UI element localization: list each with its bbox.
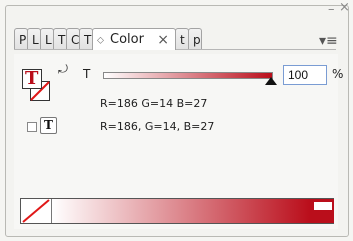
panel-tab-bar: P L L T C T ⬦ Color × t p (14, 28, 280, 50)
tint-gradient[interactable] (52, 199, 310, 223)
tint-label: T (83, 67, 91, 81)
tab-5[interactable]: C (66, 28, 80, 50)
close-button[interactable]: × (339, 0, 350, 15)
tab-6[interactable]: T (79, 28, 93, 50)
white-swatch[interactable] (314, 202, 332, 210)
tab-close-icon[interactable]: × (157, 29, 169, 50)
rgb-readout: R=186 G=14 B=27 (100, 97, 208, 110)
fill-stroke-swatches: T (22, 68, 52, 101)
container-mode-button[interactable] (27, 122, 37, 132)
swap-fill-stroke-icon[interactable]: ⤾ (58, 62, 68, 77)
tab-color[interactable]: ⬦ Color × (92, 28, 176, 50)
tab-1[interactable]: P (14, 28, 28, 50)
none-swatch[interactable] (21, 199, 52, 223)
panel-menu-icon[interactable]: ▾≡ (319, 33, 338, 49)
tab-2[interactable]: L (27, 28, 41, 50)
percent-sign: % (332, 67, 344, 81)
color-panel: – × P L L T C T ⬦ Color × t p ▾≡ T ⤾ T T … (0, 0, 353, 241)
tab-3[interactable]: L (40, 28, 54, 50)
color-ramp[interactable] (20, 198, 334, 224)
text-mode-button[interactable]: T (40, 117, 57, 134)
tab-9[interactable]: p (188, 28, 202, 50)
none-slash-icon (22, 199, 50, 223)
text-fill-icon: T (25, 68, 39, 89)
tint-percent-input[interactable] (283, 65, 327, 85)
tab-options-arrows-icon: ⬦ (97, 35, 104, 46)
minimize-button[interactable]: – (328, 2, 335, 17)
tint-slider[interactable] (103, 72, 273, 79)
tint-slider-thumb[interactable] (265, 77, 277, 85)
window-controls: – × (322, 0, 350, 18)
tab-8[interactable]: t (175, 28, 189, 50)
tab-4[interactable]: T (53, 28, 67, 50)
fill-swatch[interactable]: T (22, 68, 42, 89)
rgb-readout-text: R=186, G=14, B=27 (100, 120, 215, 133)
